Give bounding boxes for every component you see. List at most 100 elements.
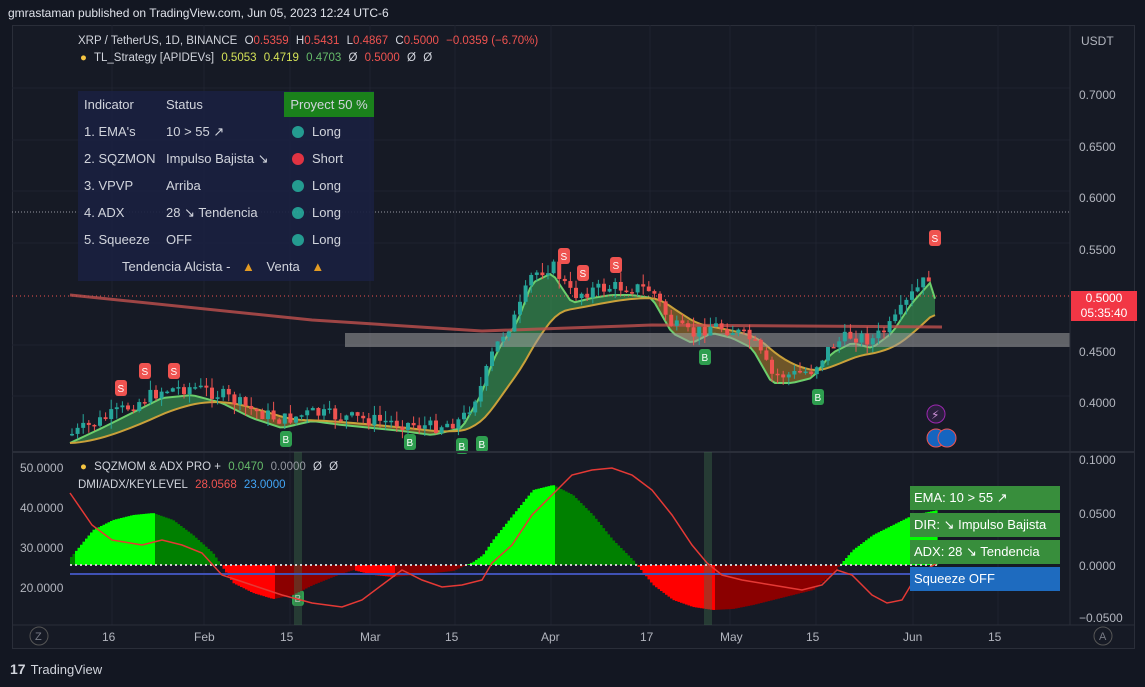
- buy-signal-marker[interactable]: B: [404, 434, 416, 450]
- momentum-tick-label: 0.0000: [1079, 559, 1116, 573]
- candle-countdown: 05:35:40: [1080, 306, 1128, 320]
- strategy-v4: Ø: [348, 52, 358, 64]
- currency-label: USDT: [1081, 34, 1114, 48]
- price-tick-label: 0.5500: [1079, 243, 1116, 257]
- sell-signal-marker[interactable]: S: [929, 230, 941, 246]
- strategy-name: TL_Strategy [APIDEVs]: [93, 52, 215, 64]
- momentum-tick-label: −0.0500: [1079, 611, 1123, 625]
- buy-signal-marker[interactable]: B: [699, 349, 711, 365]
- table-row-indicator: 4. ADX: [84, 205, 125, 220]
- price-tick-label: 0.6000: [1079, 191, 1116, 205]
- open-value: 0.5359: [253, 35, 289, 47]
- svg-text:S: S: [580, 269, 587, 280]
- us-flag-icon-2[interactable]: [937, 428, 957, 448]
- dmi-v2: 23.0000: [243, 479, 286, 491]
- time-tick-label: 15: [988, 630, 1002, 644]
- svg-text:B: B: [815, 393, 822, 404]
- table-row-indicator: 5. Squeeze: [84, 232, 150, 247]
- svg-text:Z: Z: [35, 631, 42, 643]
- sqzmom-v3: Ø: [312, 461, 322, 473]
- table-row-indicator: 2. SQZMON: [84, 151, 156, 166]
- strategy-v7: Ø: [423, 52, 433, 64]
- sqzmom-pane: [69, 452, 938, 625]
- time-tick-label: 15: [445, 630, 459, 644]
- time-tick-label: Apr: [541, 630, 560, 644]
- close-value: 0.5000: [403, 35, 439, 47]
- table-header-status: Status: [166, 97, 203, 112]
- status-dot-icon: [292, 126, 304, 138]
- strategy-legend[interactable]: ● TL_Strategy [APIDEVs] 0.5053 0.4719 0.…: [80, 52, 436, 64]
- buy-signal-marker[interactable]: B: [280, 431, 292, 447]
- adx-tick-label: 30.0000: [20, 541, 64, 555]
- last-price-value: 0.5000: [1085, 291, 1123, 305]
- buy-signal-marker[interactable]: B: [812, 389, 824, 405]
- table-row-status: OFF: [166, 232, 192, 247]
- sqzmom-v2: 0.0000: [270, 461, 306, 473]
- strategy-v1: 0.5053: [221, 52, 257, 64]
- momentum-tick-label: 0.1000: [1079, 453, 1116, 467]
- high-label: H: [295, 35, 305, 47]
- sell-signal-marker[interactable]: S: [558, 248, 570, 264]
- svg-text:S: S: [118, 384, 125, 395]
- tradingview-logo[interactable]: 17 TradingView: [10, 661, 102, 677]
- status-panel: DIR: ↘ Impulso Bajista: [910, 513, 1060, 537]
- low-value: 0.4867: [353, 35, 389, 47]
- table-row-signal: Long: [312, 232, 341, 247]
- sell-signal-marker[interactable]: S: [610, 257, 622, 273]
- dmi-v1: 28.0568: [195, 479, 237, 491]
- warning-icon: ▲: [242, 259, 255, 274]
- sqzmom-name: SQZMOM & ADX PRO +: [94, 461, 221, 473]
- table-footer-action: Venta: [266, 259, 300, 274]
- svg-text:S: S: [142, 367, 149, 378]
- status-dot-icon: [292, 207, 304, 219]
- sell-signal-marker[interactable]: S: [577, 265, 589, 281]
- table-row-status: 10 > 55 ↗: [166, 124, 225, 139]
- table-row-status: Impulso Bajista ↘: [166, 151, 269, 166]
- time-tick-label: 17: [640, 630, 654, 644]
- sell-signal-marker[interactable]: S: [168, 363, 180, 379]
- svg-text:S: S: [932, 234, 939, 245]
- sell-signal-marker[interactable]: S: [115, 380, 127, 396]
- table-row-signal: Long: [312, 205, 341, 220]
- publish-info: gmrastaman published on TradingView.com,…: [8, 6, 389, 20]
- sqzmom-legend[interactable]: ● SQZMOM & ADX PRO + 0.0470 0.0000 Ø Ø: [80, 461, 342, 473]
- tradingview-icon: 17: [10, 661, 26, 677]
- table-row-indicator: 3. VPVP: [84, 178, 134, 193]
- strategy-v3: 0.4703: [306, 52, 342, 64]
- symbol-name: XRP / TetherUS, 1D, BINANCE: [78, 35, 238, 47]
- table-row-signal: Long: [312, 178, 341, 193]
- time-tick-label: 15: [806, 630, 820, 644]
- strategy-icon: ●: [80, 52, 87, 64]
- vpvp-zone: [345, 333, 1070, 347]
- adx-tick-label: 40.0000: [20, 501, 64, 515]
- status-dot-icon: [292, 180, 304, 192]
- status-panel: EMA: 10 > 55 ↗: [910, 486, 1060, 510]
- adx-tick-label: 20.0000: [20, 581, 64, 595]
- table-footer-trend: Tendencia Alcista -: [122, 259, 231, 274]
- table-row-indicator: 1. EMA's: [84, 124, 136, 139]
- sqzmom-v4: Ø: [329, 461, 339, 473]
- sell-signal-marker[interactable]: S: [139, 363, 151, 379]
- symbol-legend[interactable]: XRP / TetherUS, 1D, BINANCE O0.5359 H0.5…: [78, 35, 542, 47]
- time-tick-label: Mar: [360, 630, 381, 644]
- time-tick-label: Jun: [903, 630, 923, 644]
- table-row-status: Arriba: [166, 178, 201, 193]
- time-tick-label: 15: [280, 630, 294, 644]
- buy-signal-marker[interactable]: B: [476, 436, 488, 452]
- svg-text:S: S: [561, 252, 568, 263]
- price-tick-label: 0.7000: [1079, 88, 1116, 102]
- ema200-line: [69, 293, 943, 333]
- dmi-legend[interactable]: DMI/ADX/KEYLEVEL 28.0568 23.0000: [78, 479, 290, 491]
- table-row-status: 28 ↘ Tendencia: [166, 205, 258, 220]
- price-tick-label: 0.6500: [1079, 140, 1116, 154]
- dmi-name: DMI/ADX/KEYLEVEL: [78, 479, 188, 491]
- svg-text:⚡: ⚡: [931, 408, 939, 422]
- sqzmom-v1: 0.0470: [228, 461, 264, 473]
- momentum-tick-label: 0.0500: [1079, 507, 1116, 521]
- strategy-v5: 0.5000: [364, 52, 400, 64]
- last-price-badge: 0.5000 05:35:40: [1071, 291, 1137, 321]
- price-tick-label: 0.4500: [1079, 345, 1116, 359]
- warning-icon-2: ▲: [311, 259, 325, 274]
- status-dot-icon: [292, 234, 304, 246]
- price-tick-label: 0.4000: [1079, 396, 1116, 410]
